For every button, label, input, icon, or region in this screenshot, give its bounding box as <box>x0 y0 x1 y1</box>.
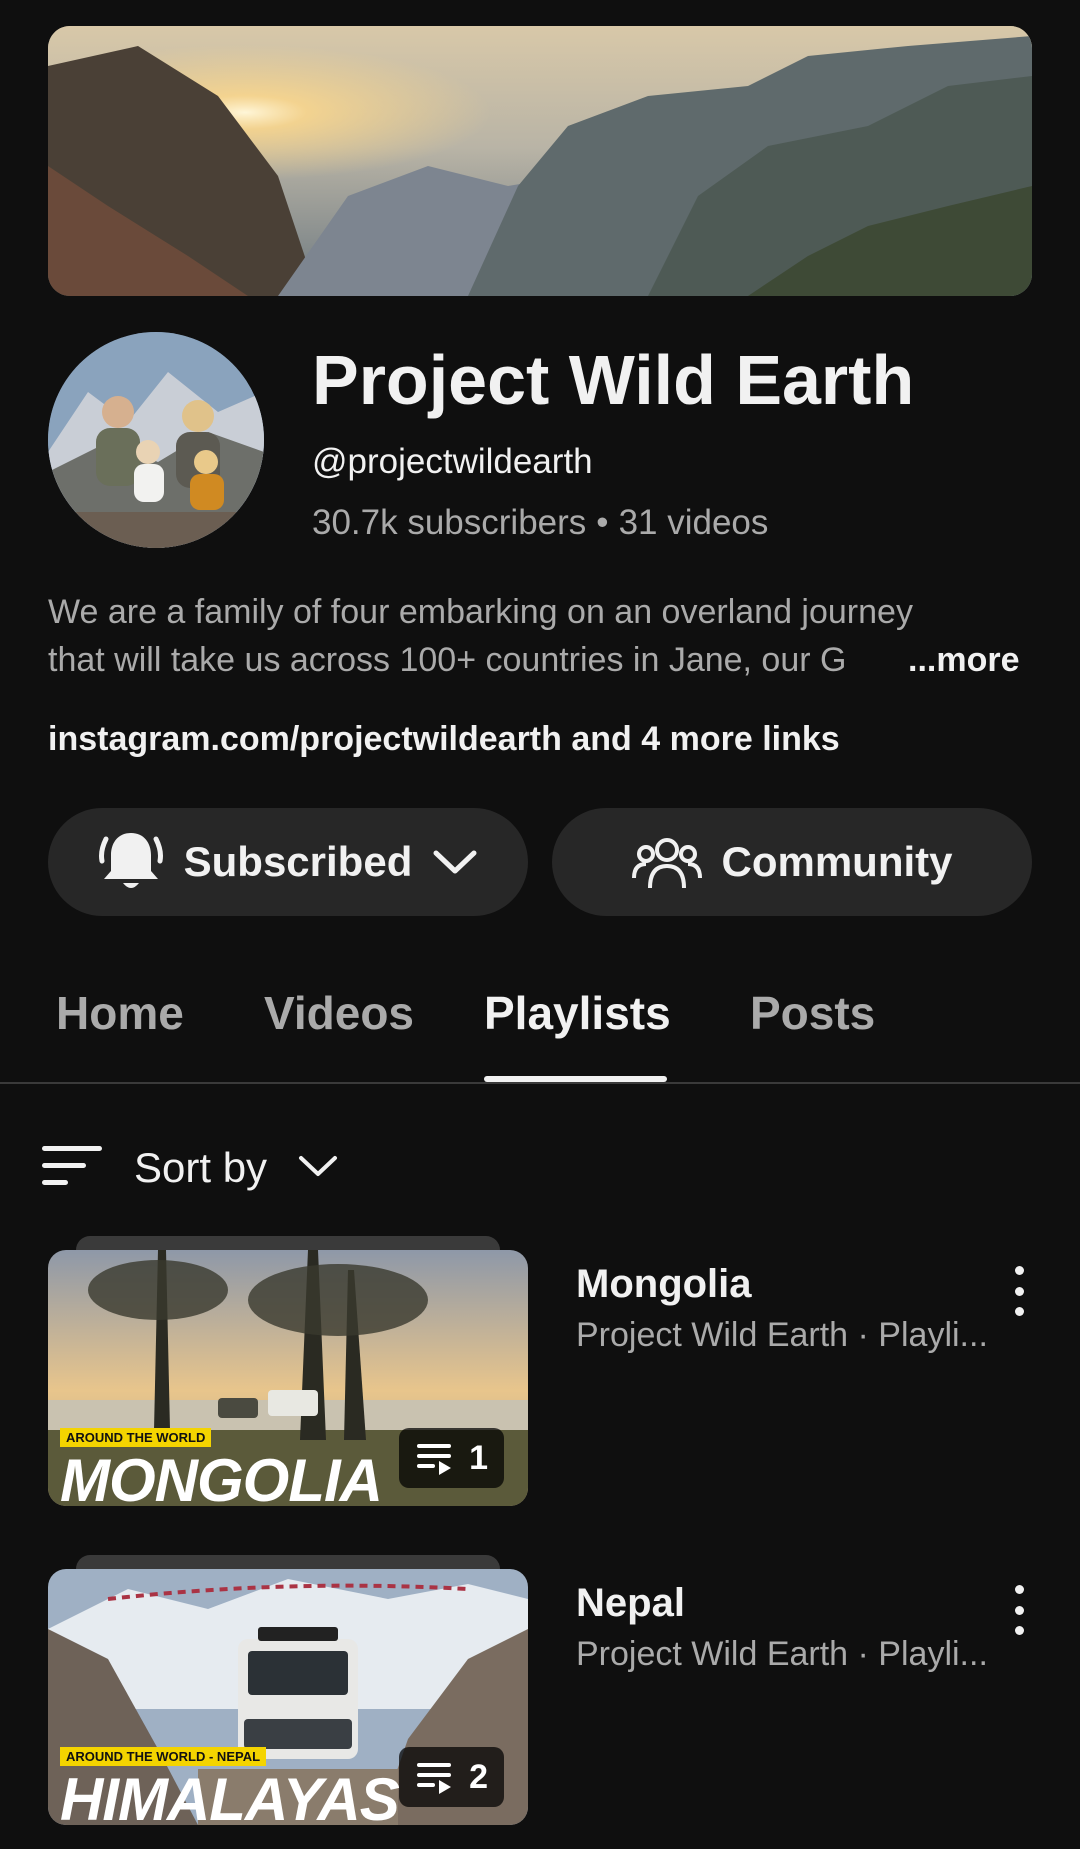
playlist-item[interactable]: AROUND THE WORLD - NEPAL HIMALAYAS 2 Nep… <box>48 1555 1032 1835</box>
description-more-link[interactable]: ...more <box>908 636 1019 684</box>
community-label: Community <box>721 838 953 885</box>
stats-separator: • <box>596 503 609 542</box>
playlist-icon <box>415 1760 455 1794</box>
video-count: 2 <box>469 1757 488 1796</box>
channel-title: Project Wild Earth <box>312 341 915 419</box>
thumbnail-kicker: AROUND THE WORLD - NEPAL <box>60 1747 267 1766</box>
playlist-item[interactable]: AROUND THE WORLD MONGOLIA 1 Mongolia Pro… <box>48 1236 1032 1516</box>
chevron-down-icon <box>432 847 478 877</box>
channel-description[interactable]: We are a family of four embarking on an … <box>48 588 1032 684</box>
tab-playlists[interactable]: Playlists <box>484 986 671 1040</box>
more-options-icon[interactable] <box>1006 1266 1032 1316</box>
more-links[interactable]: and 4 more links <box>562 720 839 758</box>
channel-links[interactable]: instagram.com/projectwildearth and 4 mor… <box>48 720 840 759</box>
people-icon <box>631 832 702 892</box>
sort-label: Sort by <box>134 1144 268 1191</box>
thumbnail-title: MONGOLIA <box>60 1447 383 1506</box>
thumbnail-kicker: AROUND THE WORLD <box>60 1428 212 1447</box>
channel-banner <box>48 26 1032 296</box>
playlist-subtitle: Project Wild Earth · Playli... <box>576 1316 988 1354</box>
tab-videos[interactable]: Videos <box>264 986 414 1040</box>
more-options-icon[interactable] <box>1006 1585 1032 1635</box>
subscribed-label: Subscribed <box>183 838 413 885</box>
playlist-thumbnail[interactable]: AROUND THE WORLD MONGOLIA 1 <box>48 1250 528 1506</box>
description-line-2: that will take us across 100+ countries … <box>48 641 847 679</box>
playlist-icon <box>415 1441 455 1475</box>
active-tab-indicator <box>484 1076 667 1082</box>
channel-tabs: Home Videos Playlists Posts <box>0 960 1080 1084</box>
playlist-thumbnail[interactable]: AROUND THE WORLD - NEPAL HIMALAYAS 2 <box>48 1569 528 1825</box>
video-count-badge: 2 <box>399 1747 504 1807</box>
playlist-title[interactable]: Mongolia <box>576 1262 752 1307</box>
sort-control[interactable]: Sort by <box>40 1138 339 1198</box>
video-count: 1 <box>469 1438 488 1477</box>
tab-posts[interactable]: Posts <box>750 986 875 1040</box>
subscriber-count: 30.7k subscribers <box>312 503 587 542</box>
description-line-1: We are a family of four embarking on an … <box>48 593 913 631</box>
video-count-badge: 1 <box>399 1428 504 1488</box>
video-count: 31 videos <box>618 503 769 542</box>
instagram-link[interactable]: instagram.com/projectwildearth <box>48 720 562 758</box>
sort-icon <box>40 1142 104 1195</box>
tab-home[interactable]: Home <box>56 986 184 1040</box>
thumbnail-title: HIMALAYAS <box>60 1766 400 1825</box>
bell-icon <box>98 827 164 897</box>
community-button[interactable]: Community <box>552 808 1032 916</box>
playlist-title[interactable]: Nepal <box>576 1581 685 1626</box>
chevron-down-icon <box>297 1152 339 1185</box>
channel-stats: 30.7k subscribers • 31 videos <box>312 503 768 543</box>
playlist-subtitle: Project Wild Earth · Playli... <box>576 1635 988 1673</box>
channel-avatar[interactable] <box>48 332 264 548</box>
subscribed-button[interactable]: Subscribed <box>48 808 528 916</box>
channel-handle: @projectwildearth <box>312 442 593 481</box>
